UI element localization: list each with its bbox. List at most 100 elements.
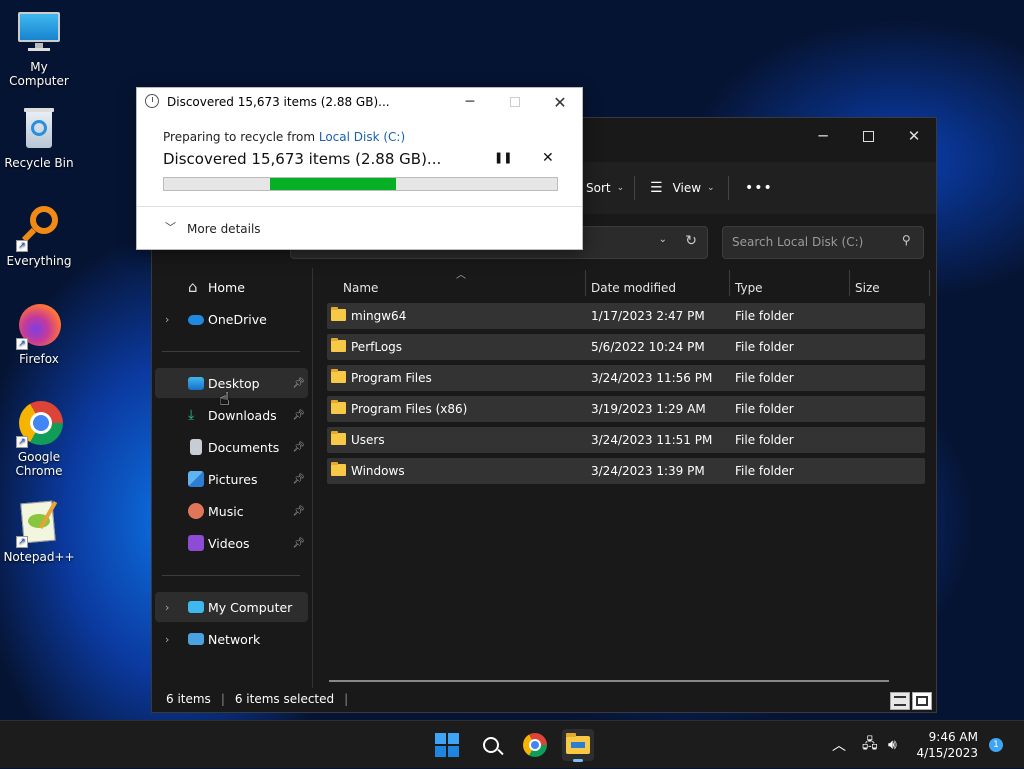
windows-logo-icon (435, 733, 459, 757)
volume-icon[interactable]: 🔊︎ (888, 721, 897, 769)
column-divider[interactable] (929, 270, 930, 296)
table-row[interactable]: Windows 3/24/2023 1:39 PM File folder (327, 458, 925, 484)
nav-label: Network (208, 631, 261, 647)
nav-item-downloads[interactable]: ⤓ Downloads 📌︎ (155, 400, 308, 430)
row-name: Windows (351, 464, 405, 478)
details-view-button[interactable] (890, 692, 910, 710)
desktop-icon-label: Firefox (19, 352, 59, 366)
pin-icon[interactable]: 📌︎ (292, 410, 305, 421)
nav-label: Videos (208, 535, 250, 551)
search-button[interactable] (475, 729, 507, 761)
start-button[interactable] (431, 729, 463, 761)
chevron-right-icon[interactable]: › (165, 313, 169, 326)
dialog-main-text: Discovered 15,673 items (2.88 GB)... (163, 150, 442, 168)
desktop-icon-notepadpp[interactable]: ↗ Notepad++ (0, 500, 78, 564)
table-row[interactable]: mingw64 1/17/2023 2:47 PM File folder (327, 303, 925, 329)
nav-item-network[interactable]: › Network (155, 624, 308, 654)
column-header-date[interactable]: Date modified (591, 274, 676, 302)
view-button[interactable]: ☰ View ⌄ (650, 162, 715, 214)
horizontal-scrollbar[interactable] (329, 680, 889, 682)
search-icon: ⚲ (902, 233, 911, 247)
source-link[interactable]: Local Disk (C:) (319, 130, 405, 144)
status-divider: | (220, 692, 225, 706)
clock-date: 4/15/2023 (916, 746, 978, 760)
desktop-icon-label: Notepad++ (3, 550, 75, 564)
clock-time: 9:46 AM (928, 730, 978, 744)
nav-item-videos[interactable]: Videos 📌︎ (155, 528, 308, 558)
active-app-indicator (573, 759, 583, 762)
network-status-icon[interactable]: 🖧︎ (862, 721, 878, 769)
maximize-button[interactable] (845, 118, 891, 154)
table-row[interactable]: Users 3/24/2023 11:51 PM File folder (327, 427, 925, 453)
more-options-button[interactable]: ••• (745, 162, 773, 214)
taskbar-file-explorer-button[interactable] (562, 729, 594, 762)
row-name: mingw64 (351, 309, 407, 323)
dialog-minimize-button[interactable]: ─ (447, 88, 493, 116)
row-type: File folder (735, 464, 794, 478)
column-divider[interactable] (585, 270, 586, 296)
row-type: File folder (735, 433, 794, 447)
column-header-size[interactable]: Size (855, 274, 880, 302)
minimize-button[interactable]: ─ (800, 118, 846, 154)
pin-icon[interactable]: 📌︎ (292, 442, 305, 453)
pictures-icon (188, 471, 204, 487)
column-header-type[interactable]: Type (735, 274, 763, 302)
desktop-icon-my-computer[interactable]: My Computer (0, 10, 78, 88)
desktop-icon-google-chrome[interactable]: ↗ Google Chrome (0, 400, 78, 478)
nav-item-documents[interactable]: Documents 📌︎ (155, 432, 308, 462)
nav-label: My Computer (208, 599, 293, 615)
shortcut-arrow-icon: ↗ (16, 338, 28, 350)
desktop-icon-everything[interactable]: ↗ Everything (0, 204, 78, 268)
row-date: 3/24/2023 11:56 PM (591, 371, 713, 385)
monitor-icon (188, 601, 204, 613)
address-dropdown-icon[interactable]: ⌄ (659, 234, 667, 245)
prep-text: Preparing to recycle from (163, 130, 319, 144)
column-header-name[interactable]: Name (343, 274, 378, 302)
nav-item-home[interactable]: ⌂ Home (155, 272, 308, 302)
item-count: 6 items (166, 692, 211, 706)
dialog-maximize-button (492, 88, 538, 116)
pin-icon[interactable]: 📌︎ (292, 538, 305, 549)
status-bar: 6 items | 6 items selected | (166, 690, 348, 708)
music-icon (188, 503, 204, 519)
pin-icon[interactable]: 📌︎ (292, 474, 305, 485)
refresh-icon[interactable]: ↻ (685, 233, 697, 249)
table-row[interactable]: PerfLogs 5/6/2022 10:24 PM File folder (327, 334, 925, 360)
table-row[interactable]: Program Files (x86) 3/19/2023 1:29 AM Fi… (327, 396, 925, 422)
notification-badge[interactable]: 1 (989, 738, 1003, 752)
document-icon (190, 439, 202, 455)
chevron-right-icon[interactable]: › (165, 601, 169, 614)
desktop-icon-firefox[interactable]: ↗ Firefox (0, 302, 78, 366)
search-box[interactable]: Search Local Disk (C:) ⚲ (722, 226, 924, 259)
column-divider[interactable] (729, 270, 730, 296)
sort-label: Sort (586, 181, 611, 195)
desktop-icon-recycle-bin[interactable]: Recycle Bin (0, 106, 78, 170)
row-date: 3/24/2023 11:51 PM (591, 433, 713, 447)
monitor-icon (16, 10, 62, 56)
dialog-subtitle: Preparing to recycle from Local Disk (C:… (163, 130, 405, 144)
more-details-button[interactable]: More details (187, 222, 261, 236)
taskbar-chrome-button[interactable] (519, 729, 551, 761)
pause-button[interactable]: ❚❚ (494, 151, 512, 164)
show-hidden-icons-button[interactable]: ︿ (832, 721, 846, 769)
chevron-down-icon[interactable]: ﹀ (165, 219, 176, 235)
desktop-icon-label: Recycle Bin (4, 156, 74, 170)
nav-item-my-computer[interactable]: › My Computer (155, 592, 308, 622)
cancel-button[interactable]: ✕ (542, 150, 554, 166)
clock[interactable]: 9:46 AM 4/15/2023 (916, 721, 978, 769)
chrome-icon (523, 733, 547, 757)
nav-item-music[interactable]: Music 📌︎ (155, 496, 308, 526)
nav-item-pictures[interactable]: Pictures 📌︎ (155, 464, 308, 494)
sort-button[interactable]: Sort ⌄ (586, 162, 624, 214)
table-row[interactable]: Program Files 3/24/2023 11:56 PM File fo… (327, 365, 925, 391)
navigation-pane: ⌂ Home › OneDrive Desktop 📌︎ ⤓ Downloads… (152, 268, 310, 688)
pin-icon[interactable]: 📌︎ (292, 506, 305, 517)
dialog-close-button[interactable]: ✕ (537, 88, 583, 116)
column-divider[interactable] (849, 270, 850, 296)
pin-icon[interactable]: 📌︎ (292, 378, 305, 389)
large-icons-view-button[interactable] (912, 692, 932, 710)
nav-item-onedrive[interactable]: › OneDrive (155, 304, 308, 334)
close-button[interactable]: ✕ (891, 118, 937, 154)
chevron-right-icon[interactable]: › (165, 633, 169, 646)
nav-item-desktop[interactable]: Desktop 📌︎ (155, 368, 308, 398)
